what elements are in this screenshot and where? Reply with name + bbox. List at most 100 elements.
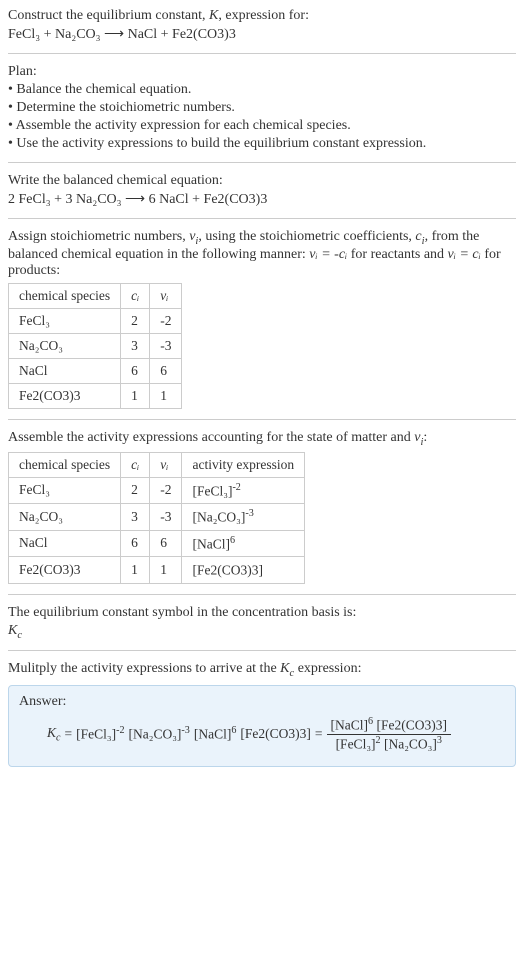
term-2: [Na₂CO₃]-3 xyxy=(129,725,190,743)
col-vi: νᵢ xyxy=(150,452,182,477)
text: Assign stoichiometric numbers, xyxy=(8,229,189,244)
answer-box: Answer: Kc = [FeCl₃]-2 [Na₂CO₃]-3 [NaCl]… xyxy=(8,685,516,767)
col-species: chemical species xyxy=(9,452,121,477)
separator xyxy=(8,53,516,54)
c-sub: c xyxy=(56,733,61,744)
activity-intro: Assemble the activity expressions accoun… xyxy=(8,430,516,448)
base: [FeCl₃] xyxy=(76,727,116,742)
equals: = xyxy=(65,726,73,742)
table-row: FeCl₃ 2 -2 [FeCl₃]-2 xyxy=(9,477,305,504)
ci-header: cᵢ xyxy=(131,288,139,303)
cell-ci: 2 xyxy=(121,308,150,333)
exp: -2 xyxy=(116,725,124,736)
answer-label: Answer: xyxy=(19,694,505,710)
cell-species: FeCl₃ xyxy=(9,477,121,504)
col-vi: νᵢ xyxy=(150,283,182,308)
cell-activity: [FeCl₃]-2 xyxy=(182,477,305,504)
exp: 6 xyxy=(368,716,373,727)
separator xyxy=(8,594,516,595)
c-sub: c xyxy=(17,629,22,640)
fraction-numerator: [NaCl]6 [Fe2(CO3)3] xyxy=(327,716,451,735)
stoich-section: Assign stoichiometric numbers, νi, using… xyxy=(8,229,516,409)
cell-activity: [Na₂CO₃]-3 xyxy=(182,504,305,531)
cell-species: Fe2(CO3)3 xyxy=(9,383,121,408)
cell-species: NaCl xyxy=(9,358,121,383)
cell-vi: -2 xyxy=(150,308,182,333)
text: , expression for: xyxy=(218,8,309,23)
cell-ci: 2 xyxy=(121,477,150,504)
col-ci: cᵢ xyxy=(121,452,150,477)
cell-vi: -3 xyxy=(150,504,182,531)
cell-species: FeCl₃ xyxy=(9,308,121,333)
activity-exp: -2 xyxy=(232,482,240,493)
cell-vi: 6 xyxy=(150,358,182,383)
table-row: NaCl 6 6 [NaCl]6 xyxy=(9,530,305,557)
base: [Na₂CO₃] xyxy=(129,727,182,742)
cell-activity: [Fe2(CO3)3] xyxy=(182,557,305,584)
text: Assemble the activity expressions accoun… xyxy=(8,430,414,445)
term-4: [Fe2(CO3)3] xyxy=(240,726,311,742)
balanced-section: Write the balanced chemical equation: 2 … xyxy=(8,173,516,208)
unbalanced-equation: FeCl₃ + Na₂CO₃ ⟶ NaCl + Fe2(CO3)3 xyxy=(8,26,516,43)
text: expression: xyxy=(294,661,361,676)
cell-activity: [NaCl]6 xyxy=(182,530,305,557)
kc-symbol: Kc xyxy=(8,623,516,641)
cell-vi: 1 xyxy=(150,383,182,408)
exp: 6 xyxy=(231,725,236,736)
base: [Fe2(CO3)3] xyxy=(376,718,447,733)
plan-bullet-2: • Determine the stoichiometric numbers. xyxy=(8,100,516,116)
table-row: Fe2(CO3)3 1 1 xyxy=(9,383,182,408)
col-activity: activity expression xyxy=(182,452,305,477)
relation-1: νᵢ = -cᵢ xyxy=(309,247,347,262)
balanced-equation: 2 FeCl₃ + 3 Na₂CO₃ ⟶ 6 NaCl + Fe2(CO3)3 xyxy=(8,191,516,208)
activity-section: Assemble the activity expressions accoun… xyxy=(8,430,516,584)
cell-ci: 3 xyxy=(121,333,150,358)
relation-2: νᵢ = cᵢ xyxy=(448,247,481,262)
cell-ci: 3 xyxy=(121,504,150,531)
k-symbol: K xyxy=(209,8,218,23)
text: Construct the equilibrium constant, xyxy=(8,8,209,23)
kc-lhs: Kc xyxy=(47,725,61,744)
activity-base: [Fe2(CO3)3] xyxy=(192,563,263,578)
activity-base: [FeCl₃] xyxy=(192,483,232,498)
activity-exp: 6 xyxy=(230,535,235,546)
text: for reactants and xyxy=(347,247,447,262)
stoich-table: chemical species cᵢ νᵢ FeCl₃ 2 -2 Na₂CO₃… xyxy=(8,283,182,409)
plan-title: Plan: xyxy=(8,64,516,80)
term-3: [NaCl]6 xyxy=(194,725,237,743)
multiply-intro: Mulitply the activity expressions to arr… xyxy=(8,661,516,679)
equals-2: = xyxy=(315,726,323,742)
table-row: Na₂CO₃ 3 -3 xyxy=(9,333,182,358)
separator xyxy=(8,419,516,420)
balanced-title: Write the balanced chemical equation: xyxy=(8,173,516,189)
table-header-row: chemical species cᵢ νᵢ activity expressi… xyxy=(9,452,305,477)
exp: -3 xyxy=(181,725,189,736)
cell-ci: 6 xyxy=(121,530,150,557)
text: Mulitply the activity expressions to arr… xyxy=(8,661,280,676)
col-ci: cᵢ xyxy=(121,283,150,308)
cell-ci: 1 xyxy=(121,383,150,408)
k-symbol: K xyxy=(47,725,56,740)
activity-base: [Na₂CO₃] xyxy=(192,510,245,525)
plan-section: Plan: • Balance the chemical equation. •… xyxy=(8,64,516,152)
text: : xyxy=(423,430,427,445)
cell-vi: -2 xyxy=(150,477,182,504)
plan-bullet-3: • Assemble the activity expression for e… xyxy=(8,118,516,134)
term-1: [FeCl₃]-2 xyxy=(76,725,124,743)
activity-table: chemical species cᵢ νᵢ activity expressi… xyxy=(8,452,305,584)
k-symbol: K xyxy=(8,623,17,638)
plan-bullet-1: • Balance the chemical equation. xyxy=(8,82,516,98)
table-row: Fe2(CO3)3 1 1 [Fe2(CO3)3] xyxy=(9,557,305,584)
table-row: NaCl 6 6 xyxy=(9,358,182,383)
k-symbol: K xyxy=(280,661,289,676)
base: [NaCl] xyxy=(194,727,232,742)
exp: 2 xyxy=(376,735,381,746)
separator xyxy=(8,650,516,651)
cell-vi: -3 xyxy=(150,333,182,358)
table-row: Na₂CO₃ 3 -3 [Na₂CO₃]-3 xyxy=(9,504,305,531)
kc-fraction: [NaCl]6 [Fe2(CO3)3] [FeCl₃]2 [Na₂CO₃]3 xyxy=(327,716,451,752)
col-species: chemical species xyxy=(9,283,121,308)
separator xyxy=(8,218,516,219)
stoich-intro: Assign stoichiometric numbers, νi, using… xyxy=(8,229,516,279)
multiply-section: Mulitply the activity expressions to arr… xyxy=(8,661,516,767)
